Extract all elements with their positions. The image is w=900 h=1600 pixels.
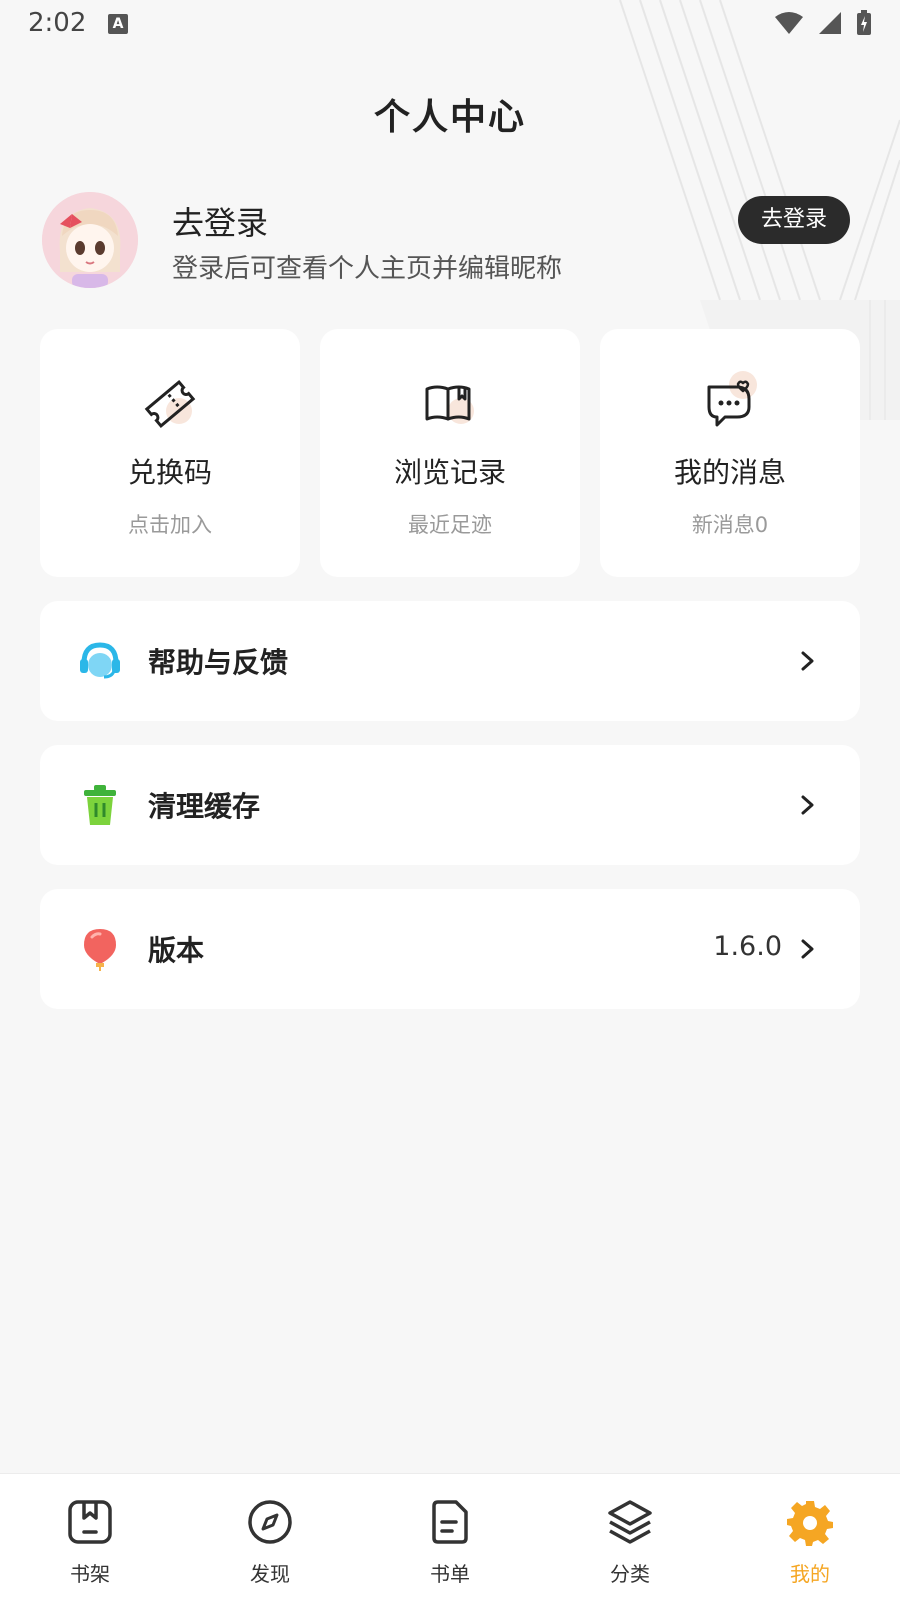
wifi-icon [775,12,803,34]
card-subtitle: 最近足迹 [408,513,492,537]
compass-icon [248,1500,292,1544]
battery-icon [857,10,871,35]
nav-label: 我的 [790,1562,830,1586]
card-subtitle: 新消息0 [691,513,769,537]
login-prompt-subtitle: 登录后可查看个人主页并编辑昵称 [172,254,563,284]
message-icon [707,371,757,427]
row-label: 版本 [148,934,205,967]
nav-label: 发现 [250,1562,290,1586]
nav-item-booklist[interactable]: 书单 [360,1474,540,1600]
avatar[interactable] [42,192,138,288]
notification-a-icon: A [108,14,128,34]
row-label: 清理缓存 [148,790,261,823]
nav-label: 书架 [70,1562,110,1586]
card-browse-history[interactable]: 浏览记录 最近足迹 [320,329,580,577]
headset-icon [80,642,120,679]
book-icon [425,385,474,424]
gear-icon [787,1501,833,1546]
login-prompt-title[interactable]: 去登录 [172,198,268,244]
nav-label: 书单 [430,1562,470,1586]
signal-icon [819,12,841,34]
trash-icon [84,785,116,825]
chevron-right-icon [801,651,814,671]
nav-item-category[interactable]: 分类 [540,1474,720,1600]
avatar-girl-icon [42,192,138,288]
ticket-icon [144,379,196,429]
status-time: 2:02 [28,8,87,38]
card-subtitle: 点击加入 [128,513,212,537]
balloon-icon [84,929,116,971]
status-icons [774,10,872,36]
menu-row-clear-cache[interactable]: 清理缓存 [40,745,860,865]
card-title: 我的消息 [673,456,786,489]
layers-icon [608,1500,652,1544]
nav-item-bookshelf[interactable]: 书架 [0,1474,180,1600]
page-title: 个人中心 [373,97,526,138]
status-bar: 2:02 A [0,0,900,50]
card-title: 兑换码 [127,456,212,489]
menu-row-help-feedback[interactable]: 帮助与反馈 [40,601,860,721]
bottom-nav: 书架 发现 书单 分类 我的 [0,1473,900,1600]
version-value: 1.6.0 [713,931,782,962]
card-my-messages[interactable]: 我的消息 新消息0 [600,329,860,577]
nav-item-discover[interactable]: 发现 [180,1474,360,1600]
chevron-right-icon [801,795,814,815]
nav-label: 分类 [610,1562,650,1586]
booklist-icon [432,1500,468,1544]
login-button[interactable]: 去登录 [738,196,850,244]
menu-row-version[interactable]: 版本 1.6.0 [40,889,860,1009]
card-title: 浏览记录 [393,456,506,489]
row-label: 帮助与反馈 [148,646,289,679]
card-redeem-code[interactable]: 兑换码 点击加入 [40,329,300,577]
bookshelf-icon [68,1500,112,1544]
chevron-right-icon [801,939,814,959]
nav-item-mine[interactable]: 我的 [720,1474,900,1600]
